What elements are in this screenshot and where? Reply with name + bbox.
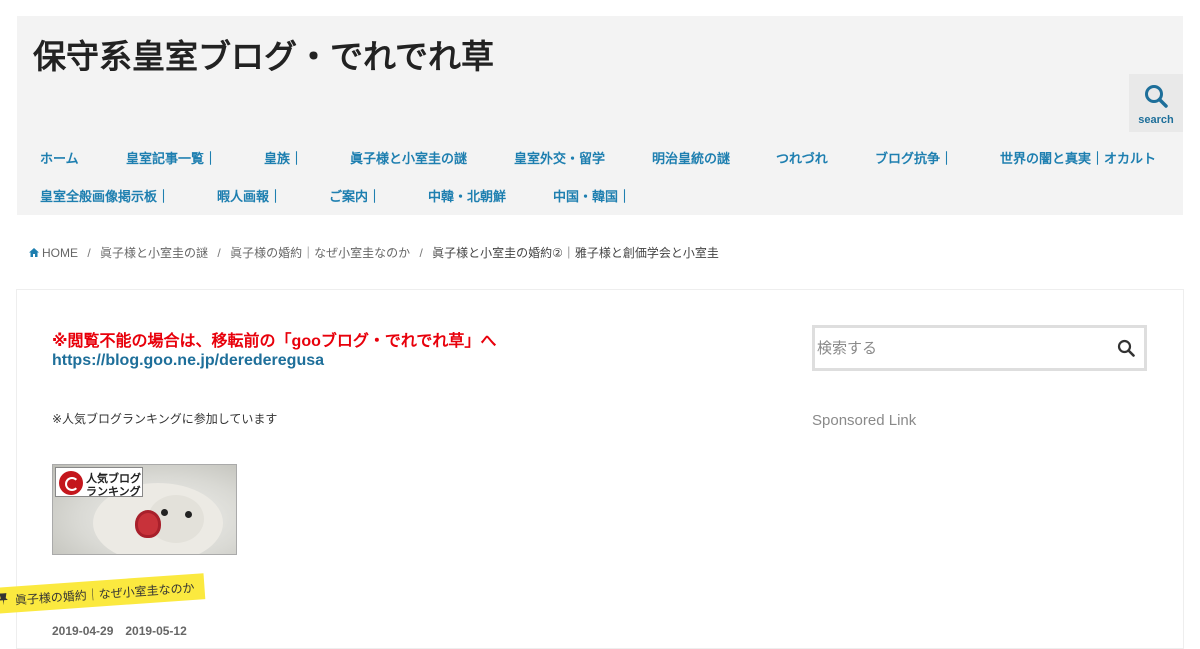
- breadcrumb-home[interactable]: HOME: [29, 246, 78, 260]
- site-title[interactable]: 保守系皇室ブログ・でれでれ草: [33, 30, 494, 78]
- nav-item-image-board[interactable]: 皇室全般画像掲示板｜: [40, 186, 170, 205]
- nav-item-blog-conflict[interactable]: ブログ抗争｜: [875, 148, 953, 167]
- nav-item-meiji[interactable]: 明治皇統の謎: [652, 148, 730, 167]
- sidebar-search-input[interactable]: [817, 330, 1097, 366]
- site-header: 保守系皇室ブログ・でれでれ草 search ホーム 皇室記事一覧｜ 皇族｜ 眞子…: [17, 16, 1183, 215]
- header-search-button[interactable]: search: [1129, 74, 1183, 132]
- breadcrumb: HOME / 眞子様と小室圭の謎 / 眞子様の婚約｜なぜ小室圭なのか / 眞子様…: [29, 244, 719, 261]
- badge-text-line2: ランキング: [86, 486, 141, 498]
- sponsored-link-label: Sponsored Link: [812, 412, 917, 429]
- folder-icon: [0, 593, 8, 606]
- nav-item-imperial-articles[interactable]: 皇室記事一覧｜: [126, 148, 217, 167]
- seal-mouth: [135, 510, 161, 538]
- seal-eye: [185, 511, 192, 518]
- breadcrumb-current: 眞子様と小室圭の婚約②｜雅子様と創価学会と小室圭: [432, 246, 719, 260]
- breadcrumb-separator: /: [419, 246, 423, 260]
- breadcrumb-item-subcategory[interactable]: 眞子様の婚約｜なぜ小室圭なのか: [230, 244, 410, 261]
- blog-ranking-banner[interactable]: 人気ブログ ランキング: [52, 464, 237, 555]
- search-icon[interactable]: [1117, 339, 1135, 357]
- relocation-notice: ※閲覧不能の場合は、移転前の「gooブログ・でれでれ草」へ: [52, 333, 497, 350]
- search-button-label: search: [1138, 114, 1174, 126]
- ranking-logo-icon: [59, 471, 83, 495]
- seal-eye: [161, 509, 168, 516]
- search-icon: [1145, 85, 1168, 108]
- old-blog-link[interactable]: https://blog.goo.ne.jp/derederegusa: [52, 352, 324, 370]
- nav-item-guide[interactable]: ご案内｜: [329, 186, 381, 205]
- nav-item-himajin-gaho[interactable]: 暇人画報｜: [217, 186, 282, 205]
- sidebar-search-box: [812, 325, 1147, 371]
- ranking-note: ※人気ブログランキングに参加しています: [52, 412, 278, 426]
- post-dates: 2019-04-29 2019-05-12: [52, 624, 187, 638]
- nav-item-tsurezure[interactable]: つれづれ: [776, 148, 828, 167]
- breadcrumb-separator: /: [87, 246, 91, 260]
- nav-item-occult[interactable]: 世界の闇と真実｜オカルト: [1000, 148, 1156, 167]
- nav-item-home[interactable]: ホーム: [40, 148, 79, 167]
- nav-item-diplomacy[interactable]: 皇室外交・留学: [514, 148, 605, 167]
- ranking-badge: 人気ブログ ランキング: [55, 467, 143, 498]
- breadcrumb-separator: /: [217, 246, 221, 260]
- nav-item-imperial-family[interactable]: 皇族｜: [264, 148, 303, 167]
- nav-item-mako-komuro[interactable]: 眞子様と小室圭の謎: [350, 148, 467, 167]
- nav-item-china-korea-nk[interactable]: 中韓・北朝鮮: [428, 186, 506, 205]
- breadcrumb-item-category[interactable]: 眞子様と小室圭の謎: [100, 244, 208, 261]
- home-icon: [29, 248, 39, 257]
- nav-item-china-korea[interactable]: 中国・韓国｜: [553, 186, 631, 205]
